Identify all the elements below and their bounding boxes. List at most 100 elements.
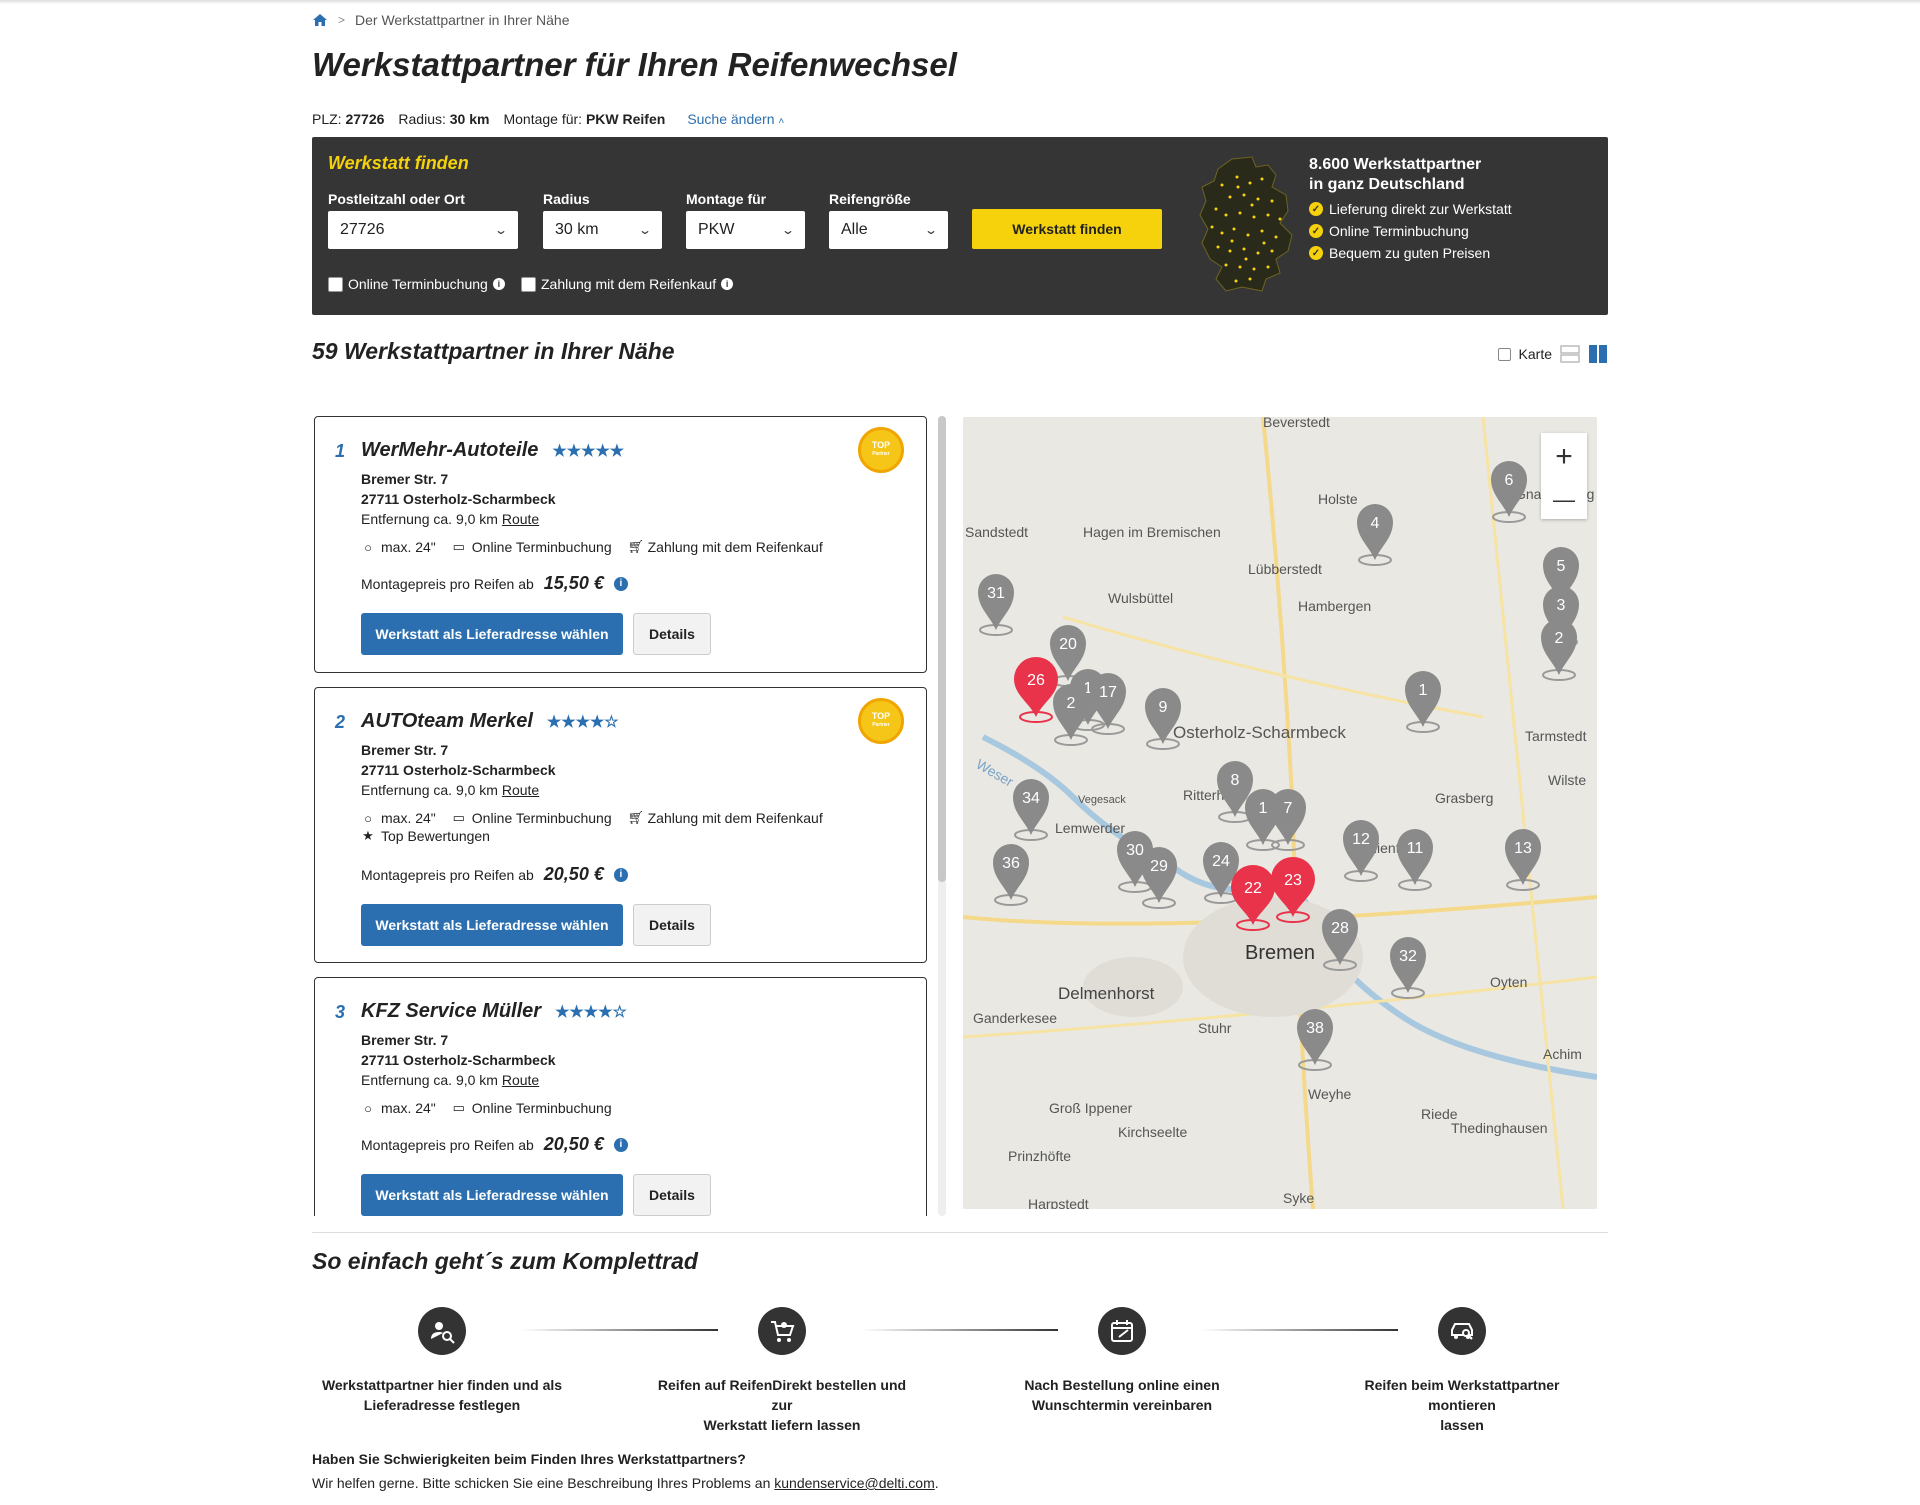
- route-link[interactable]: Route: [502, 1072, 539, 1088]
- place-label: Ganderkesee: [973, 1010, 1057, 1026]
- workshop-map[interactable]: Beverstedt Holste Gnarrenburg Sandstedt …: [963, 417, 1597, 1209]
- map-marker-label: 9: [1159, 699, 1168, 716]
- check-icon: ✓: [1309, 224, 1323, 238]
- map-marker[interactable]: 29: [1141, 847, 1177, 909]
- howto-step: Nach Bestellung online einen Wunschtermin…: [992, 1307, 1252, 1415]
- map-marker-label: 30: [1126, 842, 1144, 859]
- place-label: Lemwerder: [1055, 820, 1125, 836]
- radius-select[interactable]: 30 km ⌄: [543, 211, 662, 249]
- cart-icon: 🛒︎: [627, 810, 645, 825]
- route-link[interactable]: Route: [502, 782, 539, 798]
- map-marker-label: 11: [1407, 840, 1424, 857]
- map-marker[interactable]: 7: [1270, 789, 1306, 851]
- car-wrench-icon: [1438, 1307, 1486, 1355]
- map-marker[interactable]: 34: [1013, 778, 1049, 841]
- workshop-name[interactable]: KFZ Service Müller ★★★★☆: [361, 1000, 627, 1023]
- map-marker[interactable]: 13: [1505, 829, 1541, 891]
- map-marker-label: 13: [1514, 840, 1532, 857]
- map-marker-label: 34: [1022, 790, 1040, 807]
- section-divider: [312, 1232, 1608, 1233]
- workshop-name[interactable]: WerMehr-Autoteile ★★★★★: [361, 439, 624, 462]
- info-icon[interactable]: i: [613, 576, 628, 591]
- details-button[interactable]: Details: [633, 904, 711, 946]
- place-label: Hambergen: [1298, 598, 1371, 614]
- map-marker-label: 8: [1231, 772, 1240, 789]
- place-label: Delmenhorst: [1058, 984, 1155, 1003]
- workshop-name[interactable]: AUTOteam Merkel ★★★★☆: [361, 710, 619, 733]
- map-marker[interactable]: 1: [1405, 671, 1441, 733]
- top-partner-badge: TOP Partner: [858, 698, 904, 744]
- zoom-out-button[interactable]: —: [1553, 487, 1575, 513]
- home-icon[interactable]: [312, 12, 328, 28]
- payment-checkbox[interactable]: Zahlung mit dem Reifenkauf i: [521, 276, 734, 292]
- select-workshop-button[interactable]: Werkstatt als Lieferadresse wählen: [361, 613, 623, 655]
- map-marker[interactable]: 9: [1145, 688, 1181, 750]
- place-label: Grasberg: [1435, 790, 1493, 806]
- place-label: Wulsbüttel: [1108, 590, 1173, 606]
- info-icon[interactable]: i: [492, 278, 505, 290]
- map-marker[interactable]: 28: [1322, 909, 1358, 971]
- breadcrumb: > Der Werkstattpartner in Ihrer Nähe: [312, 12, 1608, 28]
- place-label: Kirchseelte: [1118, 1124, 1187, 1140]
- check-icon: ✓: [1309, 246, 1323, 260]
- change-search-link[interactable]: Suche ändern ˄: [687, 111, 784, 127]
- map-marker[interactable]: 6: [1491, 461, 1527, 523]
- map-marker-label: 12: [1352, 831, 1370, 848]
- howto-steps: Werkstattpartner hier finden und als Lief…: [312, 1307, 1608, 1433]
- details-button[interactable]: Details: [633, 1174, 711, 1216]
- workshop-address: Bremer Str. 7 27711 Osterholz-Scharmbeck…: [361, 742, 556, 798]
- plz-field: Postleitzahl oder Ort 27726 ⌄: [328, 191, 518, 249]
- select-workshop-button[interactable]: Werkstatt als Lieferadresse wählen: [361, 1174, 623, 1216]
- map-marker[interactable]: 2: [1053, 684, 1089, 746]
- checkbox[interactable]: [328, 276, 343, 292]
- view-controls: Karte: [1497, 344, 1608, 364]
- map-marker[interactable]: 17: [1090, 672, 1126, 735]
- select-workshop-button[interactable]: Werkstatt als Lieferadresse wählen: [361, 904, 623, 946]
- zoom-in-button[interactable]: +: [1555, 440, 1573, 474]
- map-marker-label: 6: [1505, 472, 1514, 489]
- online-booking-checkbox[interactable]: Online Terminbuchung i: [328, 276, 505, 292]
- map-marker-label: 1: [1419, 682, 1428, 699]
- support-email-link[interactable]: kundenservice@delti.com: [774, 1475, 935, 1491]
- map-marker[interactable]: 4: [1357, 504, 1393, 566]
- info-icon[interactable]: i: [721, 278, 734, 290]
- workshop-features: ○ max. 24" ▭ Online Terminbuchung 🛒︎ Zahlun…: [361, 539, 901, 555]
- place-label: Hagen im Bremischen: [1083, 524, 1221, 540]
- plz-select[interactable]: 27726 ⌄: [328, 211, 518, 249]
- route-link[interactable]: Route: [502, 511, 539, 527]
- map-marker[interactable]: 38: [1297, 1009, 1333, 1071]
- map-marker[interactable]: 31: [978, 574, 1014, 636]
- map-toggle-checkbox[interactable]: [1497, 347, 1511, 361]
- map-marker-label: 2: [1067, 695, 1076, 712]
- howto-title: So einfach geht´s zum Komplettrad: [312, 1248, 698, 1274]
- chevron-down-icon: ⌄: [493, 223, 509, 237]
- montage-select[interactable]: PKW ⌄: [686, 211, 805, 249]
- list-scrollbar-thumb[interactable]: [938, 416, 946, 882]
- promo-item: ✓ Bequem zu guten Preisen: [1309, 245, 1512, 261]
- finder-title: Werkstatt finden: [328, 153, 469, 173]
- map-marker[interactable]: 36: [993, 844, 1029, 906]
- info-icon[interactable]: i: [613, 867, 628, 882]
- radius-field: Radius 30 km ⌄: [543, 191, 662, 249]
- price-value: 20,50 €: [543, 864, 604, 884]
- summary-montage: Montage für: PKW Reifen: [503, 111, 666, 127]
- map-marker[interactable]: 2: [1541, 619, 1577, 681]
- checkbox[interactable]: [521, 276, 536, 292]
- find-workshop-button[interactable]: Werkstatt finden: [972, 209, 1162, 249]
- map-marker-label: 26: [1027, 672, 1045, 689]
- top-partner-badge: TOP Partner: [858, 427, 904, 473]
- list-view-icon[interactable]: [1560, 344, 1580, 364]
- tire-size-select[interactable]: Alle ⌄: [829, 211, 948, 249]
- map-marker[interactable]: 11: [1397, 829, 1433, 891]
- help-question: Haben Sie Schwierigkeiten beim Finden Ih…: [312, 1451, 746, 1467]
- info-icon[interactable]: i: [613, 1137, 628, 1152]
- map-marker[interactable]: 12: [1343, 820, 1379, 882]
- place-label: Oyten: [1490, 974, 1527, 990]
- place-label: Sandstedt: [965, 524, 1028, 540]
- map-marker[interactable]: 32: [1390, 937, 1426, 999]
- promo-box: 8.600 Werkstattpartner in ganz Deutschla…: [1309, 156, 1512, 261]
- map-canvas[interactable]: Beverstedt Holste Gnarrenburg Sandstedt …: [963, 417, 1597, 1209]
- details-button[interactable]: Details: [633, 613, 711, 655]
- grid-view-icon[interactable]: [1588, 344, 1608, 364]
- place-label: Groß Ippener: [1049, 1100, 1133, 1116]
